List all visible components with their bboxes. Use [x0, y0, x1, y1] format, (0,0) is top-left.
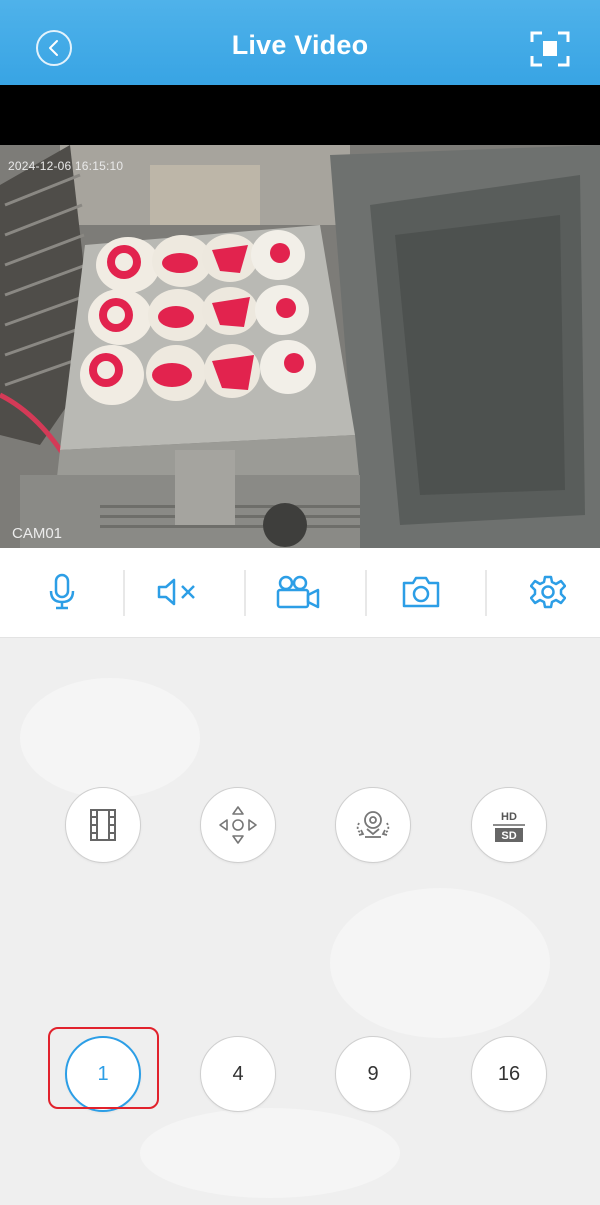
microphone-icon — [49, 573, 75, 610]
record-button[interactable] — [268, 568, 328, 616]
video-timestamp: 2024-12-06 16:15:10 — [8, 159, 124, 173]
mute-button[interactable] — [148, 568, 208, 616]
film-icon — [90, 809, 116, 841]
quality-toggle-button[interactable]: HD SD — [471, 787, 547, 863]
toolbar-divider — [123, 570, 125, 616]
toolbar-divider — [365, 570, 367, 616]
video-letterbox — [0, 85, 600, 145]
video-camera-icon — [276, 575, 320, 609]
video-frame-image — [0, 145, 600, 548]
page-title: Live Video — [231, 30, 369, 60]
camera-icon — [402, 576, 440, 608]
gear-icon — [530, 575, 566, 609]
background-texture — [330, 888, 550, 1038]
layout-label: 4 — [232, 1062, 244, 1085]
settings-button[interactable] — [518, 568, 578, 616]
snapshot-button[interactable] — [391, 568, 451, 616]
layout-label: 9 — [367, 1062, 379, 1085]
selection-highlight — [48, 1027, 159, 1109]
playback-button[interactable] — [65, 787, 141, 863]
hd-label: HD — [501, 811, 517, 823]
sd-label: SD — [501, 830, 516, 842]
header-bar: Live Video — [0, 0, 600, 85]
background-texture — [20, 678, 200, 798]
camera-rotate-icon — [356, 811, 390, 838]
control-panel — [0, 638, 600, 1205]
layout-4-button[interactable]: 4 — [200, 1036, 276, 1112]
live-video-feed[interactable]: 2024-12-06 16:15:10 CAM01 — [0, 145, 600, 548]
hd-sd-icon: HD SD — [493, 811, 525, 842]
ptz-control-button[interactable] — [200, 787, 276, 863]
rotate-view-button[interactable] — [335, 787, 411, 863]
camera-label: CAM01 — [12, 525, 63, 542]
layout-16-button[interactable]: 16 — [471, 1036, 547, 1112]
microphone-button[interactable] — [32, 568, 92, 616]
toolbar-divider — [244, 570, 246, 616]
background-texture — [140, 1108, 400, 1198]
fullscreen-icon — [530, 31, 570, 67]
direction-pad-icon — [219, 806, 257, 844]
layout-9-button[interactable]: 9 — [335, 1036, 411, 1112]
layout-label: 16 — [497, 1062, 521, 1085]
video-toolbar — [0, 548, 600, 638]
speaker-muted-icon — [157, 578, 195, 606]
fullscreen-button[interactable] — [528, 28, 572, 70]
toolbar-divider — [485, 570, 487, 616]
